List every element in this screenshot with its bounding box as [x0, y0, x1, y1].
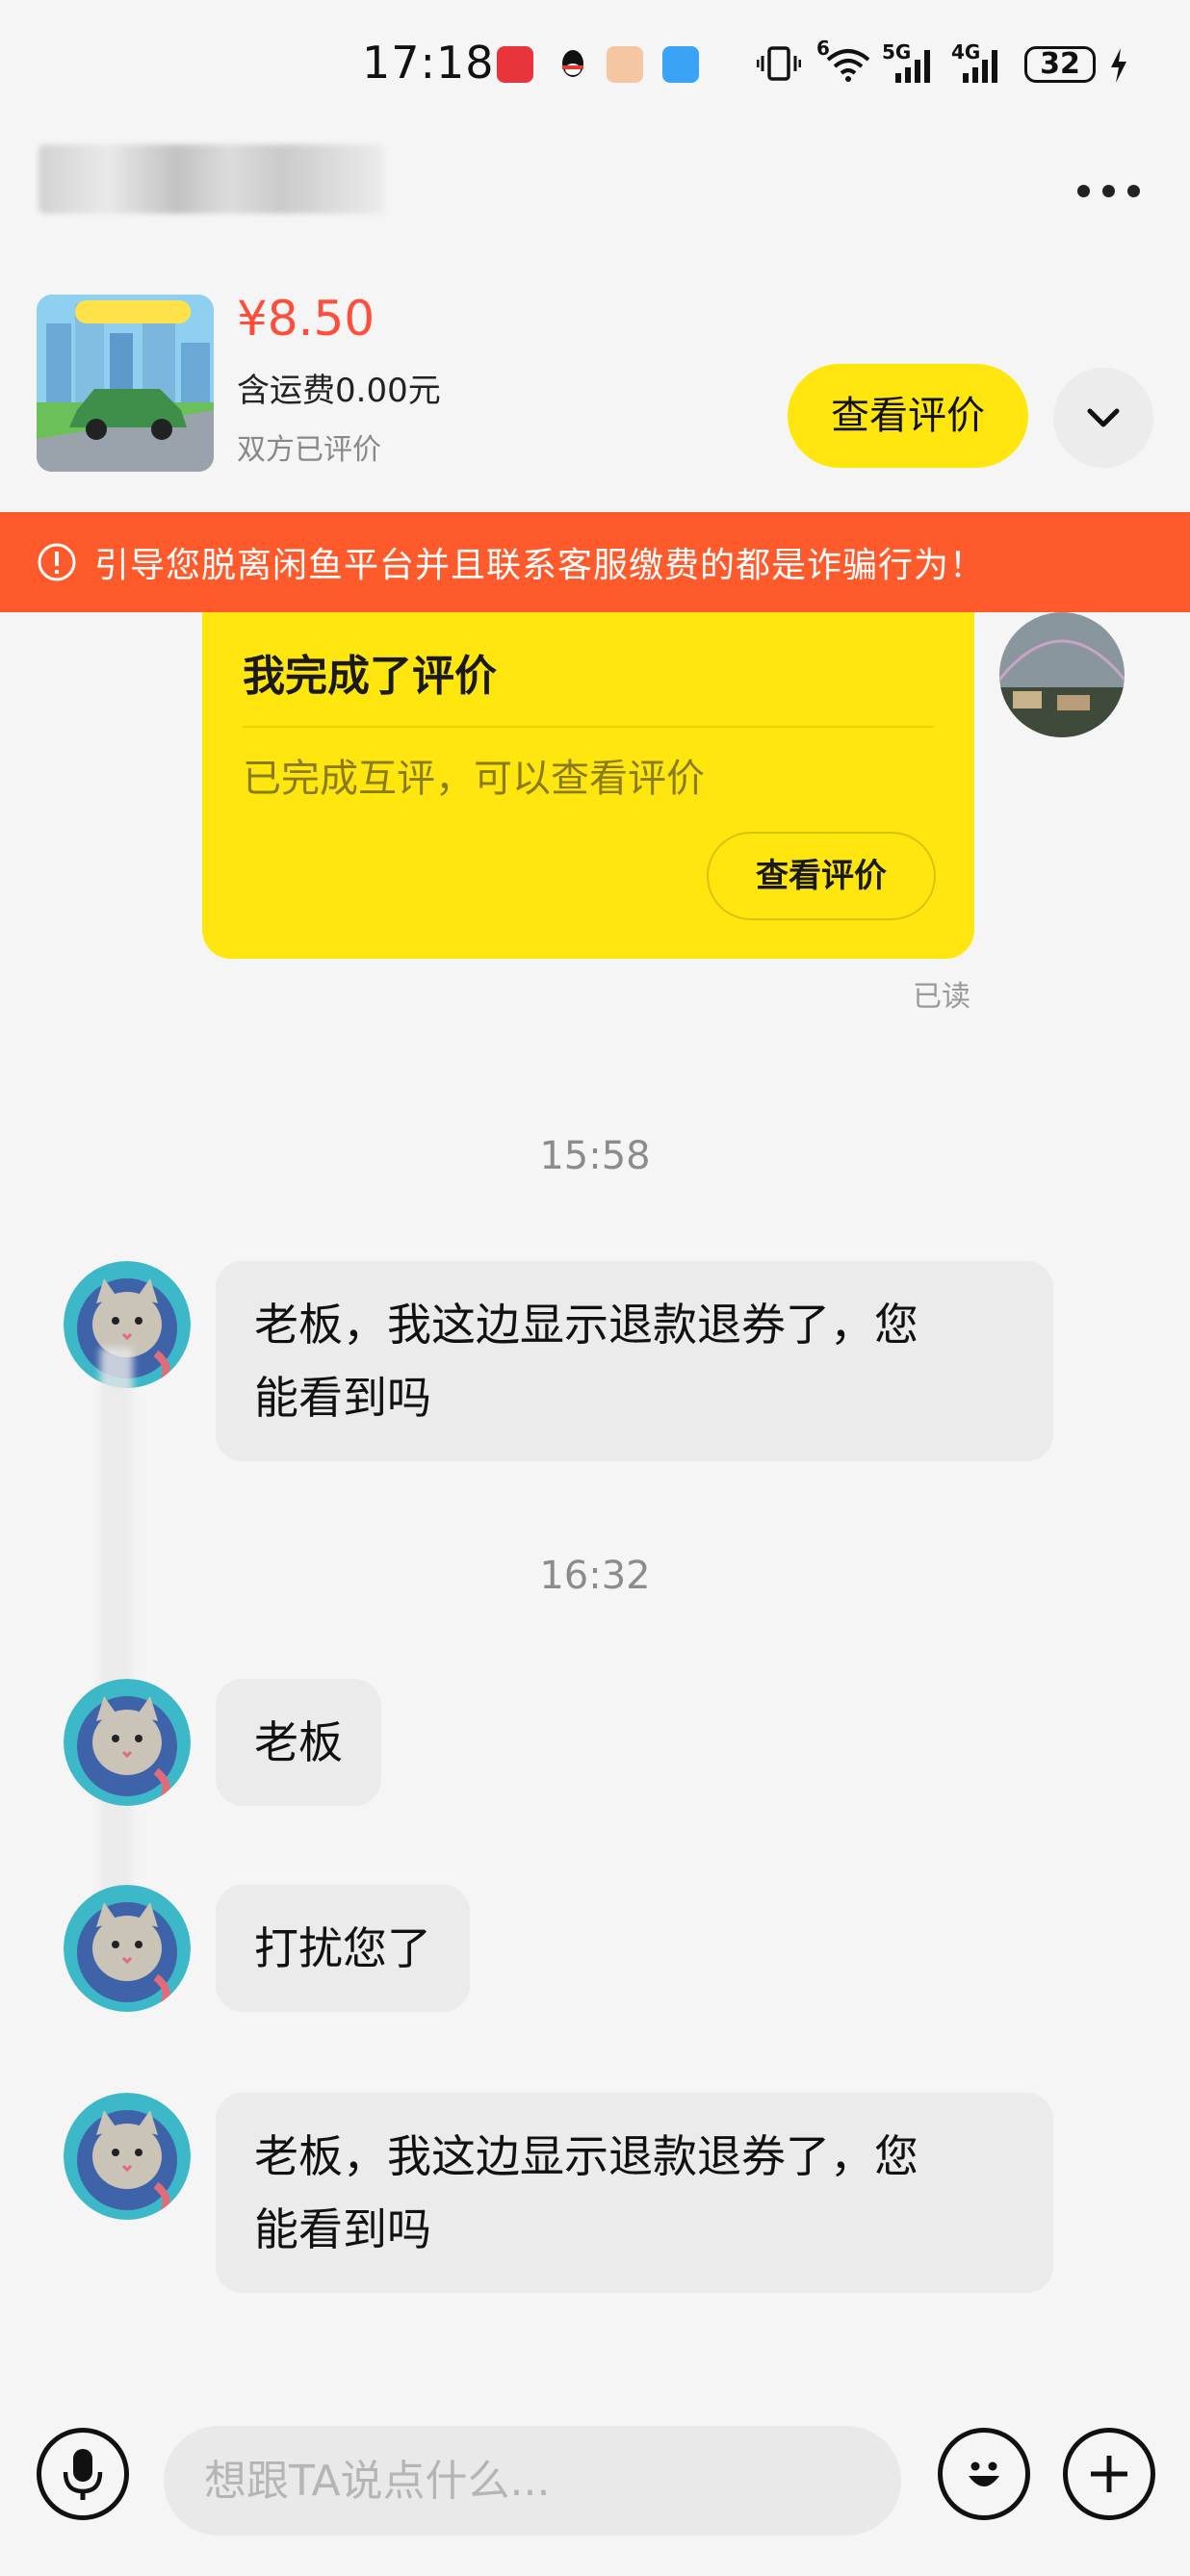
review-card-view-button[interactable]: 查看评价 — [707, 832, 936, 920]
message-text: 打扰您了 — [254, 1922, 431, 1974]
wifi-icon — [826, 49, 870, 82]
qq-icon — [555, 46, 591, 83]
vibrate-icon — [757, 46, 801, 81]
status-time: 17:18 — [362, 37, 495, 89]
message-line: 能看到吗 — [254, 1372, 431, 1424]
warning-icon — [38, 543, 76, 581]
message-text: 老板 — [254, 1716, 343, 1768]
message-input[interactable] — [164, 2426, 901, 2536]
emoji-button[interactable] — [938, 2428, 1030, 2520]
voice-button[interactable] — [37, 2428, 129, 2520]
review-card-title: 我完成了评价 — [243, 652, 497, 701]
charging-icon — [1111, 48, 1126, 83]
message-line: 能看到吗 — [254, 2203, 431, 2255]
view-review-button[interactable]: 查看评价 — [788, 364, 1028, 468]
message-line: 老板，我这边显示退款退券了，您 — [254, 2130, 918, 2182]
review-status: 双方已评价 — [237, 433, 381, 467]
message-bubble[interactable]: 老板，我这边显示退款退券了，您 能看到吗 — [216, 1261, 1053, 1461]
weather-icon — [662, 46, 699, 83]
emoji-icon — [969, 2461, 999, 2486]
message-line: 老板，我这边显示退款退券了，您 — [254, 1299, 918, 1351]
blur-strip — [100, 1348, 133, 1925]
product-thumbnail[interactable] — [37, 295, 214, 472]
review-message-card[interactable]: 我完成了评价 已完成互评，可以查看评价 查看评价 — [202, 612, 974, 959]
my-avatar[interactable] — [999, 612, 1125, 737]
message-bubble[interactable]: 老板，我这边显示退款退券了，您 能看到吗 — [216, 2093, 1053, 2293]
message-bubble[interactable]: 打扰您了 — [216, 1885, 470, 2012]
warning-text: 引导您脱离闲鱼平台并且联系客服缴费的都是诈骗行为！ — [94, 546, 986, 585]
review-card-description: 已完成互评，可以查看评价 — [243, 757, 705, 801]
fraud-warning-banner: 引导您脱离闲鱼平台并且联系客服缴费的都是诈骗行为！ — [0, 512, 1190, 612]
input-bar — [0, 2378, 1190, 2576]
microphone-icon — [63, 2449, 103, 2500]
battery-indicator: 32 — [1024, 46, 1096, 83]
signal-icon — [895, 50, 930, 83]
status-bar: 17:18 6 5G 4G 32 — [0, 0, 1190, 135]
more-actions-button[interactable] — [1063, 2428, 1155, 2520]
expand-button[interactable] — [1053, 368, 1153, 468]
chevron-down-icon — [1087, 408, 1120, 427]
contact-name-blurred — [39, 144, 385, 214]
message-bubble[interactable]: 老板 — [216, 1679, 381, 1806]
more-button[interactable] — [1065, 171, 1151, 210]
read-receipt: 已读 — [913, 980, 970, 1014]
peer-avatar[interactable] — [64, 2093, 191, 2220]
peer-avatar[interactable] — [64, 1679, 191, 1806]
divider — [243, 726, 934, 728]
timestamp: 16:32 — [539, 1554, 651, 1598]
huawei-store-icon — [497, 46, 533, 83]
more-dots-icon — [1076, 184, 1090, 197]
signal-icon-2 — [963, 50, 997, 83]
timestamp: 15:58 — [539, 1134, 651, 1178]
product-price: ¥8.50 — [237, 291, 375, 347]
product-shipping: 含运费0.00元 — [237, 372, 441, 410]
peer-avatar[interactable] — [64, 1885, 191, 2012]
plus-icon — [1091, 2456, 1127, 2492]
app-icon — [607, 46, 643, 83]
